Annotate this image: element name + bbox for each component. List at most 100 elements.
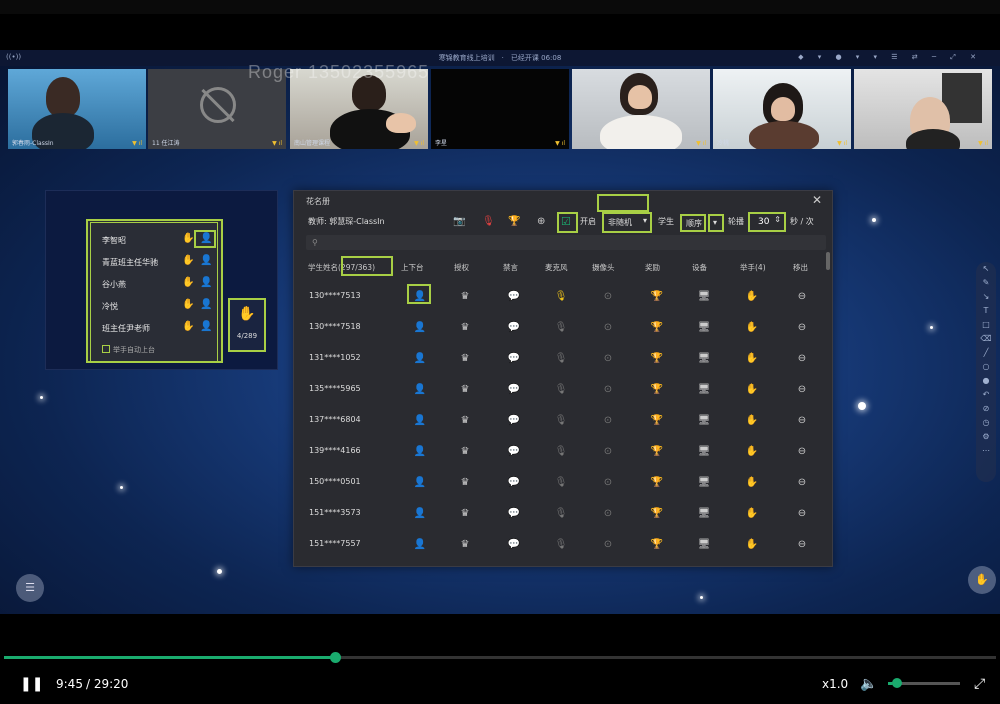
remove-user-icon[interactable]: ⊖ xyxy=(792,353,812,364)
camera-icon[interactable]: ⊙ xyxy=(598,353,618,364)
pen-icon[interactable]: ✎ xyxy=(976,276,996,290)
video-tile[interactable]: ▼ ıl xyxy=(854,69,992,149)
chat-icon[interactable]: 💬 xyxy=(504,539,524,550)
stage-user-icon[interactable]: 👤 xyxy=(410,539,430,550)
volume-slider[interactable] xyxy=(888,678,960,688)
camera-icon[interactable]: ⊙ xyxy=(598,477,618,488)
table-row[interactable]: 151****7557 👤 ♛ 💬 🎙 ⊙ 🏆 🖥 ✋ ⊖ xyxy=(294,529,829,560)
speed-button[interactable]: x1.0 xyxy=(822,672,848,696)
device-icon[interactable]: 🖥 xyxy=(694,508,714,519)
chat-icon[interactable]: 💬 xyxy=(504,353,524,364)
more-icon[interactable]: ⋯ xyxy=(976,444,996,458)
hand-icon[interactable]: ✋ xyxy=(742,477,762,488)
video-tile[interactable]: 冷桃 ▼ ıl xyxy=(713,69,851,149)
mic-icon[interactable]: 🎙 xyxy=(551,508,571,519)
clear-icon[interactable]: ⊘ xyxy=(976,402,996,416)
order-select[interactable]: 顺序 xyxy=(680,214,706,232)
table-row[interactable]: 135****5965 👤 ♛ 💬 🎙 ⊙ 🏆 🖥 ✋ ⊖ xyxy=(294,374,829,405)
stage-user-icon[interactable]: 👤 xyxy=(410,322,430,333)
table-row[interactable]: 139****4166 👤 ♛ 💬 🎙 ⊙ 🏆 🖥 ✋ ⊖ xyxy=(294,436,829,467)
authorize-icon[interactable]: ♛ xyxy=(455,508,475,519)
rotate-checkbox[interactable]: ☑ xyxy=(561,212,571,232)
hand-icon[interactable]: ✋ xyxy=(742,446,762,457)
stage-user-icon[interactable]: 👤 xyxy=(410,384,430,395)
table-row[interactable]: 131****1052 👤 ♛ 💬 🎙 ⊙ 🏆 🖥 ✋ ⊖ xyxy=(294,343,829,374)
device-icon[interactable]: 🖥 xyxy=(694,384,714,395)
chat-icon[interactable]: 💬 xyxy=(504,291,524,302)
table-row[interactable]: 137****6804 👤 ♛ 💬 🎙 ⊙ 🏆 🖥 ✋ ⊖ xyxy=(294,405,829,436)
pause-icon[interactable]: ❚❚ xyxy=(20,672,43,696)
interval-stepper[interactable]: 30 ⇕ xyxy=(748,212,786,232)
camera-icon[interactable]: ⊙ xyxy=(598,384,618,395)
stage-user-icon[interactable]: 👤 xyxy=(410,508,430,519)
hand-icon[interactable]: ✋ xyxy=(742,384,762,395)
chat-icon[interactable]: 💬 xyxy=(504,446,524,457)
authorize-icon[interactable]: ♛ xyxy=(455,322,475,333)
device-icon[interactable]: 🖥 xyxy=(694,477,714,488)
hand-raise-icon[interactable]: ✋ xyxy=(968,566,996,594)
device-icon[interactable]: 🖥 xyxy=(694,415,714,426)
mic-icon[interactable]: 🎙 xyxy=(551,539,571,550)
hand-icon[interactable]: ✋ xyxy=(742,322,762,333)
mic-icon[interactable]: 🎙 xyxy=(551,384,571,395)
chat-icon[interactable]: 💬 xyxy=(504,477,524,488)
progress-bar[interactable] xyxy=(4,652,996,663)
device-icon[interactable]: 🖥 xyxy=(694,539,714,550)
hand-icon[interactable]: ✋ xyxy=(742,415,762,426)
mic-icon[interactable]: 🎙 xyxy=(551,322,571,333)
reward-icon[interactable]: 🏆 xyxy=(647,291,667,302)
stage-user-icon[interactable]: 👤 xyxy=(410,477,430,488)
chat-icon[interactable]: 💬 xyxy=(504,508,524,519)
mic-icon[interactable]: 🎙 xyxy=(551,477,571,488)
remove-user-icon[interactable]: ⊖ xyxy=(792,539,812,550)
camera-icon[interactable]: ⊙ xyxy=(598,415,618,426)
hand-icon[interactable]: ✋ xyxy=(742,508,762,519)
reward-icon[interactable]: 🏆 xyxy=(647,415,667,426)
chat-icon[interactable]: 💬 xyxy=(504,322,524,333)
authorize-icon[interactable]: ♛ xyxy=(455,384,475,395)
timer-icon[interactable]: ◷ xyxy=(976,416,996,430)
remove-user-icon[interactable]: ⊖ xyxy=(792,415,812,426)
hand-icon[interactable]: ✋ xyxy=(742,539,762,550)
stage-user-icon[interactable]: 👤 xyxy=(410,415,430,426)
hand-icon[interactable]: ✋ xyxy=(742,291,762,302)
authorize-icon[interactable]: ♛ xyxy=(455,291,475,302)
camera-icon[interactable]: ⊙ xyxy=(598,508,618,519)
camera-icon[interactable]: ⊙ xyxy=(598,322,618,333)
mic-icon[interactable]: 🎙 xyxy=(551,415,571,426)
undo-icon[interactable]: ↶ xyxy=(976,388,996,402)
camera-icon[interactable]: ⊙ xyxy=(598,291,618,302)
reward-icon[interactable]: 🏆 xyxy=(647,508,667,519)
device-icon[interactable]: 🖥 xyxy=(694,291,714,302)
camera-icon[interactable]: ⊙ xyxy=(598,446,618,457)
table-row[interactable]: 130****7518 👤 ♛ 💬 🎙 ⊙ 🏆 🖥 ✋ ⊖ xyxy=(294,312,829,343)
stage-user-icon[interactable]: 👤 xyxy=(410,446,430,457)
reward-icon[interactable]: 🏆 xyxy=(647,384,667,395)
close-icon[interactable]: ✕ xyxy=(812,193,822,207)
eraser-icon[interactable]: ⌫ xyxy=(976,332,996,346)
volume-icon[interactable]: 🔈 xyxy=(860,672,877,696)
reward-icon[interactable]: 🏆 xyxy=(647,446,667,457)
chat-icon[interactable]: 💬 xyxy=(504,415,524,426)
fullscreen-icon[interactable]: ⤢ xyxy=(974,672,985,696)
remove-user-icon[interactable]: ⊖ xyxy=(792,322,812,333)
shape-icon[interactable]: □ xyxy=(976,318,996,332)
circle-icon[interactable]: ○ xyxy=(976,360,996,374)
tools-icon[interactable]: ⚙ xyxy=(976,430,996,444)
chat-icon[interactable]: ☰ xyxy=(16,574,44,602)
hand-icon[interactable]: ✋ xyxy=(742,353,762,364)
scrollbar[interactable] xyxy=(826,252,830,270)
video-tile[interactable]: 李星 ▼ ıl xyxy=(431,69,569,149)
authorize-icon[interactable]: ♛ xyxy=(455,477,475,488)
stage-down-icon[interactable]: ⊕ xyxy=(537,212,545,232)
search-input[interactable]: ⚲ xyxy=(306,235,826,250)
mute-all-icon[interactable]: 🎙 xyxy=(482,212,495,232)
color-icon[interactable]: ● xyxy=(976,374,996,388)
mic-icon[interactable]: 🎙 xyxy=(551,353,571,364)
order-dropdown[interactable]: ▾ xyxy=(708,214,724,232)
remove-user-icon[interactable]: ⊖ xyxy=(792,477,812,488)
chat-icon[interactable]: 💬 xyxy=(504,384,524,395)
table-row[interactable]: 130****7513 👤 ♛ 💬 🎙 ⊙ 🏆 🖥 ✋ ⊖ xyxy=(294,281,829,312)
laser-icon[interactable]: ↘ xyxy=(976,290,996,304)
line-icon[interactable]: ╱ xyxy=(976,346,996,360)
